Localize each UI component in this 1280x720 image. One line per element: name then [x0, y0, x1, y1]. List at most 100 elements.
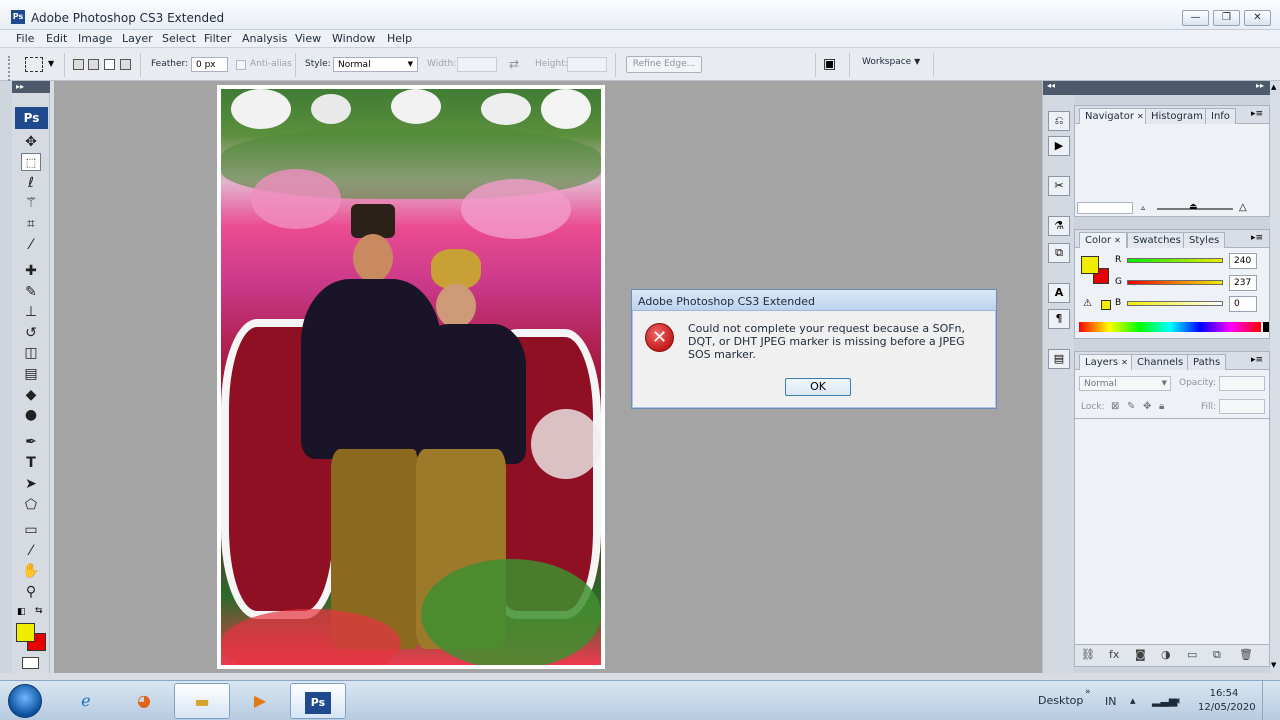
trash-icon[interactable]: 🗑︎ — [1239, 648, 1253, 661]
notes-tool-icon[interactable]: ▭ — [21, 521, 41, 539]
close-button[interactable]: ✕ — [1244, 10, 1271, 26]
adjustment-layer-icon[interactable]: ◑ — [1161, 648, 1171, 661]
language-indicator[interactable]: IN — [1105, 695, 1116, 708]
history-panel-icon[interactable]: ⎌ — [1048, 111, 1070, 131]
bridge-icon[interactable]: ▣ — [823, 56, 836, 72]
tab-paths[interactable]: Paths — [1187, 354, 1227, 370]
fill-input[interactable] — [1219, 399, 1265, 414]
subtract-selection-icon[interactable] — [104, 59, 115, 70]
healing-brush-tool-icon[interactable]: ✚ — [21, 262, 41, 280]
g-slider[interactable] — [1127, 280, 1223, 285]
network-icon[interactable]: ▂▃▅ — [1152, 694, 1177, 707]
system-clock[interactable]: 16:54 12/05/2020 — [1198, 687, 1256, 715]
expand-panels-button[interactable]: ▸▸ — [1074, 81, 1270, 95]
color-ramp[interactable] — [1079, 322, 1261, 332]
blend-mode-select[interactable]: Normal ▼ — [1079, 376, 1171, 391]
lock-transparent-icon[interactable]: ⊠ — [1111, 401, 1119, 412]
volume-icon[interactable]: 🔈︎ — [1176, 694, 1183, 708]
zoom-slider-thumb[interactable]: ⏏ — [1189, 202, 1198, 212]
type-tool-icon[interactable]: T — [21, 454, 41, 472]
shape-tool-icon[interactable]: ⬠ — [21, 496, 41, 514]
magic-wand-tool-icon[interactable]: ⚚ — [21, 194, 41, 212]
swap-colors-icon[interactable]: ⇆ — [35, 606, 43, 616]
gamut-warning-icon[interactable]: ⚠ — [1083, 298, 1092, 309]
layer-style-icon[interactable]: fx — [1109, 648, 1119, 661]
menu-select[interactable]: Select — [162, 32, 196, 45]
tab-navigator[interactable]: Navigator ✕ — [1079, 108, 1150, 124]
actions-panel-icon[interactable]: ▶ — [1048, 136, 1070, 156]
marquee-preset-icon[interactable] — [25, 57, 43, 72]
zoom-tool-icon[interactable]: ⚲ — [21, 583, 41, 601]
slice-tool-icon[interactable]: ⁄ — [21, 236, 41, 254]
lock-all-icon[interactable]: 🔒︎ — [1159, 401, 1164, 412]
toolbox-grip[interactable]: ▸▸ — [12, 81, 50, 93]
pen-tool-icon[interactable]: ✒ — [21, 433, 41, 451]
chevron-down-icon[interactable]: ▼ — [48, 59, 54, 68]
document-image[interactable] — [217, 85, 605, 669]
menu-filter[interactable]: Filter — [204, 32, 231, 45]
style-select[interactable]: Normal ▼ — [333, 57, 418, 72]
b-value[interactable]: 0 — [1229, 296, 1257, 312]
collapse-strip-button[interactable]: ◂◂ — [1043, 81, 1075, 95]
internet-explorer-icon[interactable]: ℯ — [58, 683, 114, 719]
menu-help[interactable]: Help — [387, 32, 412, 45]
firefox-icon[interactable]: ◕ — [116, 683, 172, 719]
color-foreground-swatch[interactable] — [1081, 256, 1099, 274]
minimize-button[interactable]: — — [1182, 10, 1209, 26]
tool-presets-panel-icon[interactable]: ✂ — [1048, 176, 1070, 196]
panel-menu-icon[interactable]: ▸≡ — [1251, 355, 1263, 365]
zoom-field[interactable] — [1077, 202, 1133, 214]
refine-edge-button[interactable]: Refine Edge... — [626, 56, 702, 73]
path-selection-tool-icon[interactable]: ➤ — [21, 475, 41, 493]
feather-input[interactable]: 0 px — [191, 57, 228, 72]
blur-tool-icon[interactable]: ◆ — [21, 386, 41, 404]
file-explorer-icon[interactable]: ▬ — [174, 683, 230, 719]
g-value[interactable]: 237 — [1229, 275, 1257, 291]
media-player-icon[interactable]: ▶ — [232, 683, 288, 719]
paragraph-panel-icon[interactable]: ¶ — [1048, 309, 1070, 329]
move-tool-icon[interactable]: ✥ — [21, 133, 41, 151]
r-value[interactable]: 240 — [1229, 253, 1257, 269]
tab-channels[interactable]: Channels — [1131, 354, 1190, 370]
gamut-swatch[interactable] — [1101, 300, 1111, 310]
tab-info[interactable]: Info — [1205, 108, 1236, 124]
gradient-tool-icon[interactable]: ▤ — [21, 365, 41, 383]
marquee-tool-icon[interactable]: ⬚ — [21, 153, 41, 171]
lock-image-icon[interactable]: ✎ — [1127, 401, 1135, 412]
b-slider[interactable] — [1127, 301, 1223, 306]
eraser-tool-icon[interactable]: ◫ — [21, 344, 41, 362]
swap-dimensions-icon[interactable]: ⇄ — [509, 57, 519, 71]
dodge-tool-icon[interactable]: ● — [21, 406, 41, 424]
layer-comps-panel-icon[interactable]: ▤ — [1048, 349, 1070, 369]
hand-tool-icon[interactable]: ✋ — [21, 562, 41, 580]
restore-button[interactable]: ❐ — [1213, 10, 1240, 26]
crop-tool-icon[interactable]: ⌗ — [21, 215, 41, 233]
new-selection-icon[interactable] — [73, 59, 84, 70]
quick-mask-icon[interactable] — [22, 657, 39, 669]
ok-button[interactable]: OK — [785, 378, 851, 396]
workspace-button[interactable]: Workspace ▼ — [862, 57, 920, 67]
opacity-input[interactable] — [1219, 376, 1265, 391]
history-brush-tool-icon[interactable]: ↺ — [21, 324, 41, 342]
menu-analysis[interactable]: Analysis — [242, 32, 287, 45]
character-panel-icon[interactable]: A — [1048, 283, 1070, 303]
height-input[interactable] — [567, 57, 607, 72]
width-input[interactable] — [457, 57, 497, 72]
menu-window[interactable]: Window — [332, 32, 375, 45]
zoom-in-icon[interactable]: △ — [1239, 202, 1247, 213]
menu-edit[interactable]: Edit — [46, 32, 67, 45]
show-hidden-icons-icon[interactable]: ▴ — [1130, 694, 1136, 707]
dialog-title[interactable]: Adobe Photoshop CS3 Extended — [632, 290, 996, 311]
r-slider[interactable] — [1127, 258, 1223, 263]
scroll-up-icon[interactable]: ▲ — [1271, 83, 1276, 91]
photoshop-taskbar-button[interactable]: Ps — [290, 683, 346, 719]
new-layer-icon[interactable]: ⧉ — [1213, 648, 1221, 662]
clone-source-panel-icon[interactable]: ⧉ — [1048, 243, 1070, 263]
add-to-selection-icon[interactable] — [88, 59, 99, 70]
lasso-tool-icon[interactable]: ℓ — [21, 174, 41, 192]
layer-mask-icon[interactable]: ◙ — [1135, 648, 1146, 661]
start-button[interactable] — [8, 684, 42, 718]
brush-tool-icon[interactable]: ✎ — [21, 283, 41, 301]
menu-layer[interactable]: Layer — [122, 32, 153, 45]
antialias-checkbox[interactable] — [236, 60, 246, 70]
